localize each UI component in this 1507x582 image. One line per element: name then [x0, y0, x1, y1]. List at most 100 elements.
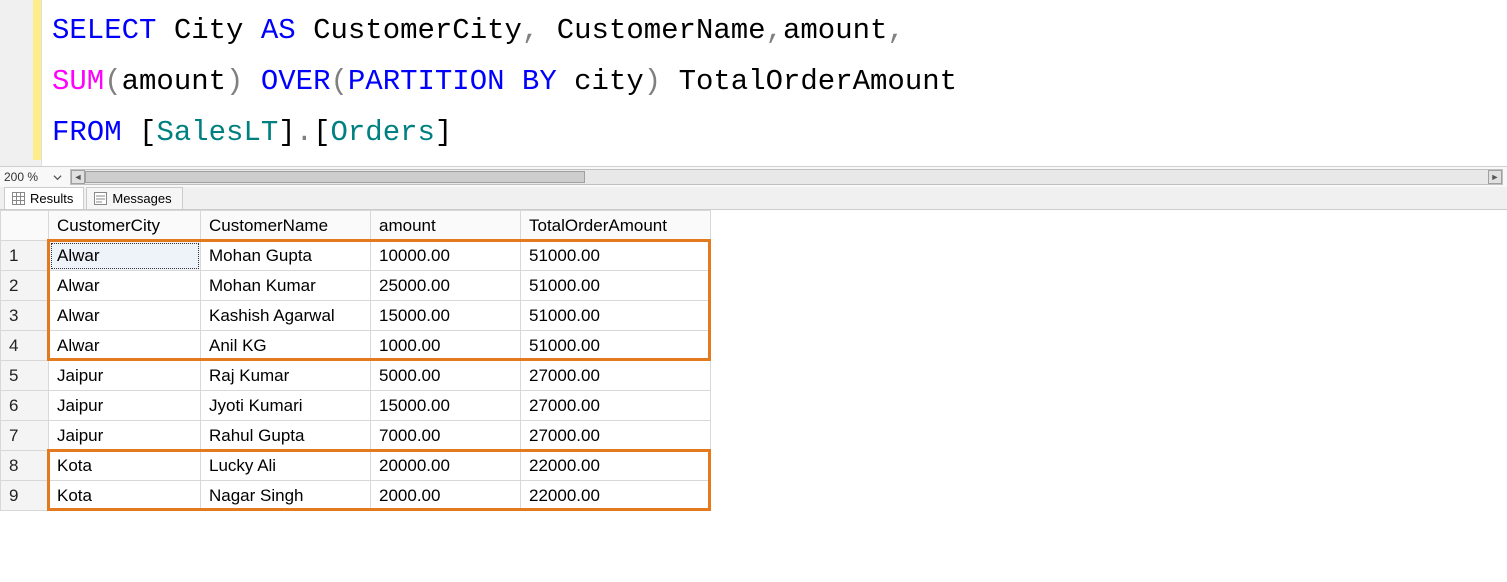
results-pane: CustomerCity CustomerName amount TotalOr…: [0, 210, 1507, 511]
col-header-amount[interactable]: amount: [371, 211, 521, 241]
cell-name[interactable]: Nagar Singh: [201, 481, 371, 511]
change-marker: [33, 0, 41, 160]
cell-total[interactable]: 27000.00: [521, 421, 711, 451]
table-row[interactable]: 7JaipurRahul Gupta7000.0027000.00: [1, 421, 711, 451]
cell-amount[interactable]: 25000.00: [371, 271, 521, 301]
zoom-level[interactable]: 200 %: [4, 170, 44, 184]
results-tabs: Results Messages: [0, 187, 1507, 210]
cell-city[interactable]: Kota: [49, 481, 201, 511]
tok-city: city: [574, 65, 644, 98]
kw-partitionby: PARTITION BY: [348, 65, 557, 98]
sql-code[interactable]: SELECT City AS CustomerCity, CustomerNam…: [42, 0, 1507, 166]
scroll-left-icon[interactable]: ◄: [71, 170, 85, 184]
tok-customername: CustomerName: [557, 14, 766, 47]
rownum-cell[interactable]: 6: [1, 391, 49, 421]
cell-amount[interactable]: 15000.00: [371, 301, 521, 331]
scrollbar-thumb[interactable]: [85, 171, 585, 183]
cell-name[interactable]: Jyoti Kumari: [201, 391, 371, 421]
table-row[interactable]: 2AlwarMohan Kumar25000.0051000.00: [1, 271, 711, 301]
cell-city[interactable]: Alwar: [49, 301, 201, 331]
rownum-cell[interactable]: 3: [1, 301, 49, 331]
table-row[interactable]: 5JaipurRaj Kumar5000.0027000.00: [1, 361, 711, 391]
table-row[interactable]: 8KotaLucky Ali20000.0022000.00: [1, 451, 711, 481]
cell-total[interactable]: 27000.00: [521, 361, 711, 391]
cell-name[interactable]: Mohan Kumar: [201, 271, 371, 301]
cell-city[interactable]: Alwar: [49, 331, 201, 361]
kw-select: SELECT: [52, 14, 156, 47]
kw-sum: SUM: [52, 65, 104, 98]
cell-city[interactable]: Kota: [49, 451, 201, 481]
punct-paren: (: [330, 65, 347, 98]
cell-total[interactable]: 51000.00: [521, 301, 711, 331]
col-header-name[interactable]: CustomerName: [201, 211, 371, 241]
cell-name[interactable]: Kashish Agarwal: [201, 301, 371, 331]
cell-total[interactable]: 51000.00: [521, 241, 711, 271]
messages-icon: [93, 192, 107, 206]
kw-over: OVER: [261, 65, 331, 98]
rownum-cell[interactable]: 4: [1, 331, 49, 361]
col-header-city[interactable]: CustomerCity: [49, 211, 201, 241]
cell-amount[interactable]: 7000.00: [371, 421, 521, 451]
tab-results-label: Results: [30, 191, 73, 206]
punct-paren: ): [226, 65, 243, 98]
punct-comma: ,: [522, 14, 539, 47]
cell-amount[interactable]: 10000.00: [371, 241, 521, 271]
cell-city[interactable]: Alwar: [49, 241, 201, 271]
cell-amount[interactable]: 15000.00: [371, 391, 521, 421]
rownum-cell[interactable]: 7: [1, 421, 49, 451]
table-row[interactable]: 9KotaNagar Singh2000.0022000.00: [1, 481, 711, 511]
cell-total[interactable]: 27000.00: [521, 391, 711, 421]
tab-messages[interactable]: Messages: [86, 187, 182, 209]
table-row[interactable]: 4AlwarAnil KG1000.0051000.00: [1, 331, 711, 361]
punct-comma: ,: [887, 14, 904, 47]
zoom-bar: 200 % ◄ ►: [0, 166, 1507, 187]
sql-editor[interactable]: SELECT City AS CustomerCity, CustomerNam…: [0, 0, 1507, 166]
tok-amount: amount: [783, 14, 887, 47]
rownum-cell[interactable]: 2: [1, 271, 49, 301]
tok-city: City: [174, 14, 261, 47]
horizontal-scrollbar[interactable]: ◄ ►: [70, 169, 1503, 185]
cell-city[interactable]: Jaipur: [49, 361, 201, 391]
cell-name[interactable]: Raj Kumar: [201, 361, 371, 391]
cell-amount[interactable]: 20000.00: [371, 451, 521, 481]
cell-total[interactable]: 22000.00: [521, 481, 711, 511]
table-row[interactable]: 1AlwarMohan Gupta10000.0051000.00: [1, 241, 711, 271]
punct-paren: ): [644, 65, 661, 98]
tab-messages-label: Messages: [112, 191, 171, 206]
tab-results[interactable]: Results: [4, 187, 84, 209]
tok-customercity: CustomerCity: [313, 14, 522, 47]
cell-name[interactable]: Lucky Ali: [201, 451, 371, 481]
editor-gutter: [0, 0, 42, 166]
tok-amount: amount: [122, 65, 226, 98]
punct-paren: (: [104, 65, 121, 98]
table-row[interactable]: 3AlwarKashish Agarwal15000.0051000.00: [1, 301, 711, 331]
cell-amount[interactable]: 2000.00: [371, 481, 521, 511]
table-row[interactable]: 6JaipurJyoti Kumari15000.0027000.00: [1, 391, 711, 421]
cell-name[interactable]: Rahul Gupta: [201, 421, 371, 451]
cell-city[interactable]: Jaipur: [49, 391, 201, 421]
cell-total[interactable]: 51000.00: [521, 271, 711, 301]
tok-alias: TotalOrderAmount: [679, 65, 957, 98]
rownum-cell[interactable]: 1: [1, 241, 49, 271]
cell-name[interactable]: Anil KG: [201, 331, 371, 361]
rownum-cell[interactable]: 5: [1, 361, 49, 391]
tok-table: [SalesLT].[Orders]: [139, 116, 452, 149]
rownum-header[interactable]: [1, 211, 49, 241]
cell-amount[interactable]: 5000.00: [371, 361, 521, 391]
cell-total[interactable]: 22000.00: [521, 451, 711, 481]
scroll-right-icon[interactable]: ►: [1488, 170, 1502, 184]
cell-city[interactable]: Alwar: [49, 271, 201, 301]
kw-from: FROM: [52, 116, 122, 149]
punct-comma: ,: [766, 14, 783, 47]
chevron-down-icon[interactable]: [50, 170, 64, 184]
rownum-cell[interactable]: 8: [1, 451, 49, 481]
cell-amount[interactable]: 1000.00: [371, 331, 521, 361]
kw-as: AS: [261, 14, 296, 47]
results-grid[interactable]: CustomerCity CustomerName amount TotalOr…: [0, 210, 711, 511]
cell-city[interactable]: Jaipur: [49, 421, 201, 451]
grid-icon: [11, 192, 25, 206]
cell-name[interactable]: Mohan Gupta: [201, 241, 371, 271]
rownum-cell[interactable]: 9: [1, 481, 49, 511]
cell-total[interactable]: 51000.00: [521, 331, 711, 361]
col-header-total[interactable]: TotalOrderAmount: [521, 211, 711, 241]
